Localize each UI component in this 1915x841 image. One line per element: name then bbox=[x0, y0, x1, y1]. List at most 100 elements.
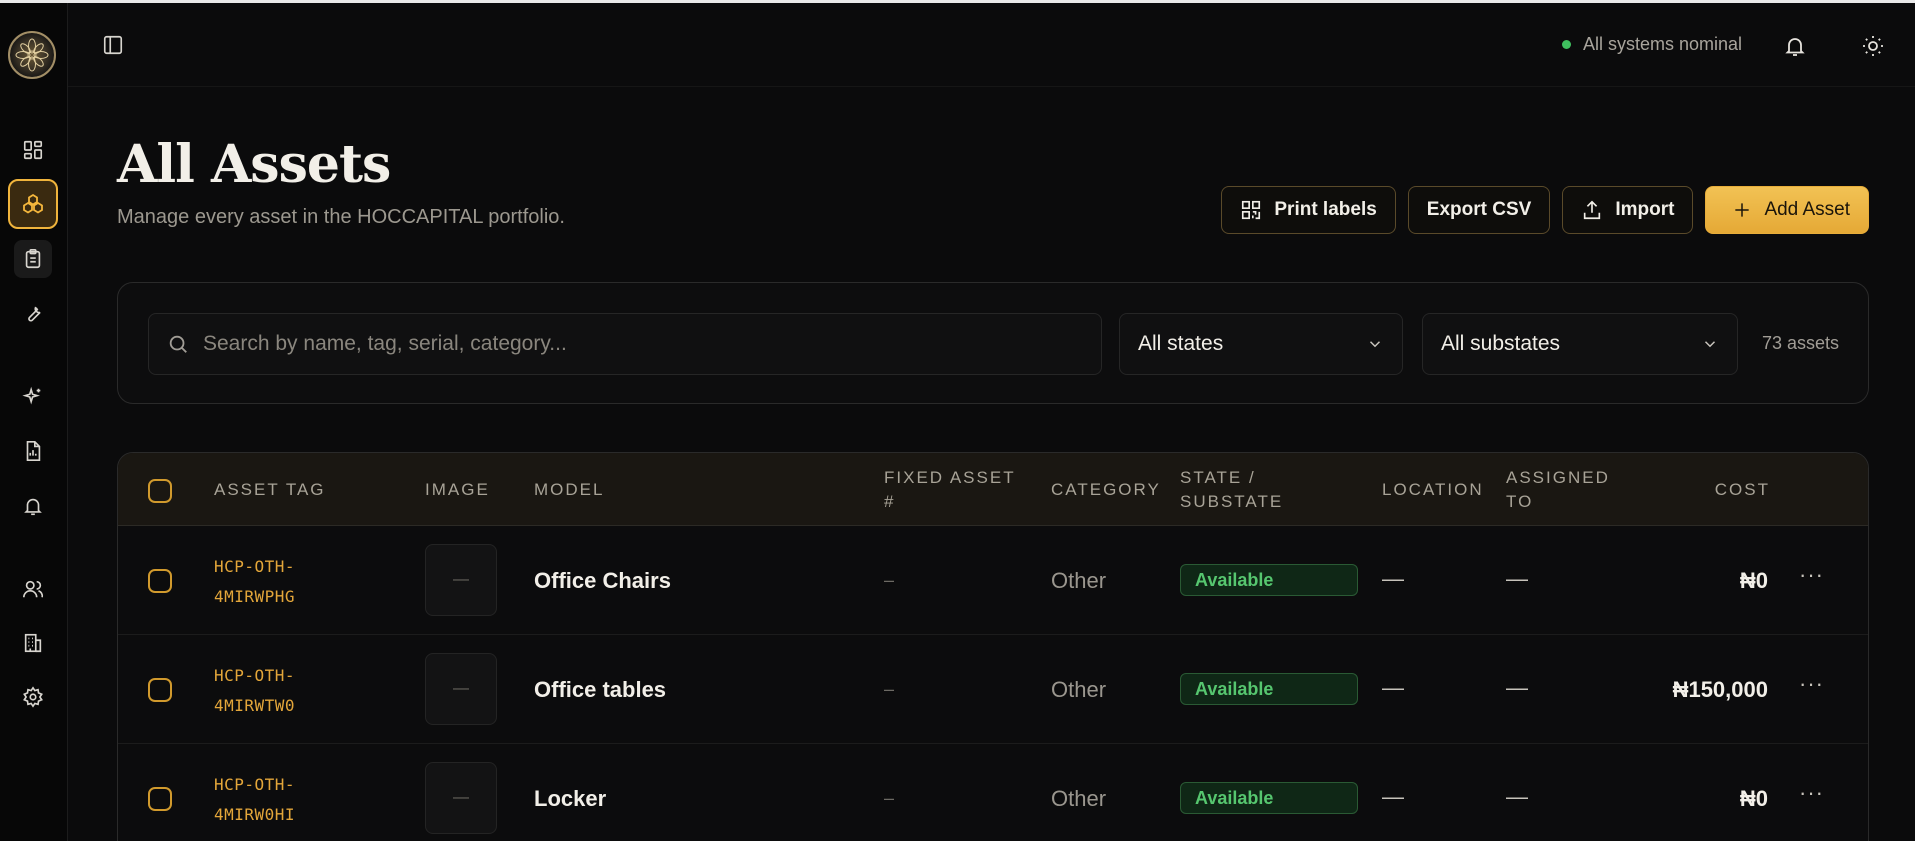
sidebar-item-assets[interactable] bbox=[8, 179, 58, 229]
asset-model[interactable]: Office Chairs bbox=[534, 568, 671, 594]
dashboard-icon bbox=[23, 140, 43, 160]
wrench-icon bbox=[28, 306, 41, 322]
asset-image-placeholder: — bbox=[425, 544, 497, 616]
page-title: All Assets bbox=[117, 134, 391, 195]
column-cost[interactable]: COST bbox=[1715, 478, 1770, 502]
asset-tag-line2: 4MIRW0HI bbox=[214, 805, 296, 824]
sidebar-item-ai[interactable] bbox=[14, 378, 52, 416]
sidebar bbox=[0, 3, 68, 841]
row-checkbox[interactable] bbox=[148, 678, 172, 702]
column-state[interactable]: STATE / SUBSTATE bbox=[1180, 466, 1283, 514]
assets-icon bbox=[23, 193, 43, 214]
system-status: All systems nominal bbox=[1561, 34, 1742, 55]
column-asset-tag[interactable]: ASSET TAG bbox=[214, 478, 326, 502]
notifications-button[interactable] bbox=[1783, 34, 1807, 63]
asset-model[interactable]: Locker bbox=[534, 786, 606, 812]
fixed-asset-number: – bbox=[884, 570, 895, 590]
search-box[interactable] bbox=[148, 313, 1102, 375]
bell-icon bbox=[1785, 38, 1805, 56]
search-input[interactable] bbox=[203, 332, 1083, 356]
column-assigned-line2: TO bbox=[1506, 492, 1534, 511]
column-image: IMAGE bbox=[425, 480, 490, 499]
asset-location: — bbox=[1382, 566, 1404, 591]
asset-cost: ₦0 bbox=[1739, 568, 1768, 593]
sidebar-item-organization[interactable] bbox=[14, 624, 52, 662]
upload-icon bbox=[1584, 200, 1601, 220]
asset-tag-line1: HCP-OTH- bbox=[214, 666, 296, 685]
sidebar-toggle-button[interactable] bbox=[102, 34, 124, 61]
asset-tag-line2: 4MIRWPHG bbox=[214, 587, 296, 606]
building-icon bbox=[24, 633, 42, 653]
row-checkbox[interactable] bbox=[148, 569, 172, 593]
top-header: All systems nominal bbox=[68, 3, 1915, 87]
column-category[interactable]: CATEGORY bbox=[1051, 478, 1161, 502]
asset-tag-link[interactable]: HCP-OTH- 4MIRWPHG bbox=[214, 552, 364, 612]
add-asset-button[interactable]: Add Asset bbox=[1705, 186, 1869, 234]
import-button[interactable]: Import bbox=[1562, 186, 1694, 234]
asset-model[interactable]: Office tables bbox=[534, 677, 666, 703]
asset-tag-link[interactable]: HCP-OTH- 4MIRWTW0 bbox=[214, 661, 364, 721]
bell-icon bbox=[24, 498, 42, 516]
settings-icon bbox=[23, 686, 43, 708]
sidebar-item-maintenance[interactable] bbox=[14, 294, 52, 332]
export-csv-label: Export CSV bbox=[1426, 199, 1532, 220]
status-badge: Available bbox=[1180, 673, 1358, 705]
column-model[interactable]: MODEL bbox=[534, 478, 604, 502]
row-more-button[interactable]: ··· bbox=[1799, 671, 1824, 697]
chevron-down-icon bbox=[1704, 341, 1716, 348]
clipboard-icon bbox=[25, 249, 41, 269]
assets-table: ASSET TAG IMAGE MODEL FIXED ASSET # CATE… bbox=[117, 452, 1869, 841]
page-subtitle: Manage every asset in the HOCCAPITAL por… bbox=[117, 206, 565, 228]
column-fixed-asset[interactable]: FIXED ASSET # bbox=[884, 466, 1016, 514]
search-icon bbox=[169, 335, 187, 353]
status-badge: Available bbox=[1180, 782, 1358, 814]
column-assigned-line1: ASSIGNED bbox=[1506, 468, 1610, 487]
fixed-asset-number: – bbox=[884, 679, 895, 699]
table-row[interactable]: HCP-OTH- 4MIRW0HI — Locker – Other Avail… bbox=[118, 744, 1868, 841]
add-asset-label: Add Asset bbox=[1764, 199, 1850, 220]
table-row[interactable]: HCP-OTH- 4MIRWPHG — Office Chairs – Othe… bbox=[118, 526, 1868, 635]
sidebar-item-notifications[interactable] bbox=[14, 487, 52, 525]
asset-count: 73 assets bbox=[1761, 333, 1839, 353]
sidebar-item-dashboard[interactable] bbox=[14, 131, 52, 169]
asset-location: — bbox=[1382, 784, 1404, 809]
sidebar-item-settings[interactable] bbox=[14, 678, 52, 716]
sidebar-item-reports[interactable] bbox=[14, 432, 52, 470]
substate-select-value: All substates bbox=[1441, 332, 1561, 355]
column-fixed-asset-line2: # bbox=[884, 492, 896, 511]
sidebar-toggle-icon bbox=[103, 35, 123, 55]
chevron-down-icon bbox=[1369, 341, 1381, 348]
export-csv-button[interactable]: Export CSV bbox=[1407, 186, 1551, 234]
asset-cost: ₦0 bbox=[1739, 786, 1768, 811]
plus-icon bbox=[1735, 203, 1750, 217]
asset-image-placeholder: — bbox=[425, 653, 497, 725]
asset-category: Other bbox=[1051, 568, 1107, 593]
asset-category: Other bbox=[1051, 677, 1107, 702]
asset-category: Other bbox=[1051, 786, 1107, 811]
print-labels-label: Print labels bbox=[1274, 199, 1377, 220]
column-location[interactable]: LOCATION bbox=[1382, 478, 1484, 502]
users-icon bbox=[23, 580, 44, 598]
sidebar-item-checklist[interactable] bbox=[14, 240, 52, 278]
import-label: Import bbox=[1615, 199, 1675, 220]
table-row[interactable]: HCP-OTH- 4MIRWTW0 — Office tables – Othe… bbox=[118, 635, 1868, 744]
asset-tag-link[interactable]: HCP-OTH- 4MIRW0HI bbox=[214, 770, 364, 830]
column-state-line1: STATE / bbox=[1180, 468, 1256, 487]
state-select-value: All states bbox=[1138, 332, 1224, 355]
row-more-button[interactable]: ··· bbox=[1799, 562, 1824, 588]
select-all-checkbox[interactable] bbox=[148, 479, 172, 503]
row-more-button[interactable]: ··· bbox=[1799, 780, 1824, 806]
asset-image-placeholder: — bbox=[425, 762, 497, 834]
print-labels-button[interactable]: Print labels bbox=[1221, 186, 1396, 234]
company-logo[interactable] bbox=[8, 31, 56, 79]
column-assigned-to[interactable]: ASSIGNED TO bbox=[1506, 466, 1610, 514]
asset-tag-line1: HCP-OTH- bbox=[214, 557, 296, 576]
asset-location: — bbox=[1382, 675, 1404, 700]
qr-code-icon bbox=[1242, 200, 1261, 220]
substate-select[interactable]: All substates bbox=[1422, 313, 1738, 375]
theme-toggle-button[interactable] bbox=[1861, 34, 1885, 63]
asset-assigned-to: — bbox=[1506, 566, 1528, 591]
row-checkbox[interactable] bbox=[148, 787, 172, 811]
sidebar-item-users[interactable] bbox=[14, 570, 52, 608]
state-select[interactable]: All states bbox=[1119, 313, 1403, 375]
